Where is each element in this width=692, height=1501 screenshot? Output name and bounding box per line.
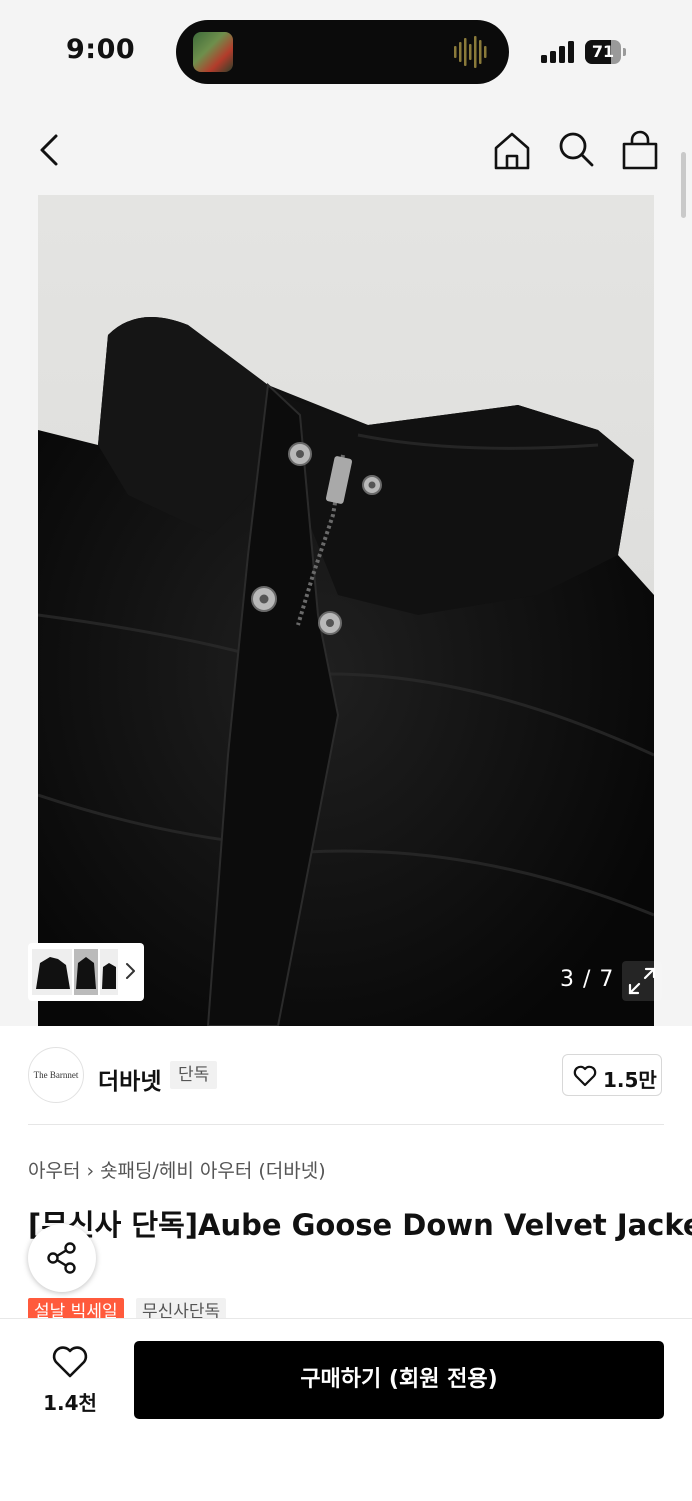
brand-logo-text: The Barnnet	[33, 1070, 79, 1080]
heart-icon	[52, 1346, 88, 1378]
product-like-count: 1.4천	[43, 1391, 97, 1415]
thumbnail-image[interactable]	[100, 949, 118, 995]
expand-icon	[628, 967, 656, 995]
image-counter: 3 / 7	[560, 967, 615, 992]
product-image[interactable]	[38, 195, 654, 1026]
home-icon	[494, 132, 530, 170]
breadcrumb-item[interactable]: 아우터	[28, 1160, 80, 1182]
expand-image-button[interactable]	[622, 961, 662, 1001]
back-button[interactable]	[32, 128, 72, 172]
status-time: 9:00	[66, 34, 136, 65]
chevron-right-icon[interactable]	[124, 961, 136, 981]
page-scrollbar[interactable]	[681, 152, 686, 218]
status-bar: 9:00 71	[0, 0, 692, 100]
breadcrumb: 아우터 › 숏패딩/헤비 아우터 (더바넷)	[28, 1156, 326, 1183]
buy-button[interactable]: 구매하기 (회원 전용)	[134, 1341, 664, 1419]
product-like-button[interactable]: 1.4천	[30, 1345, 110, 1415]
audio-waveform-icon	[454, 36, 487, 68]
dynamic-island[interactable]	[176, 20, 509, 84]
back-chevron-icon	[40, 134, 58, 166]
brand-name[interactable]: 더바넷	[98, 1062, 161, 1096]
top-navigation	[0, 100, 692, 195]
battery-icon: 71	[585, 40, 627, 64]
divider	[28, 1124, 664, 1125]
share-button[interactable]	[28, 1224, 96, 1292]
breadcrumb-item[interactable]: 숏패딩/헤비 아우터 (더바넷)	[100, 1160, 326, 1182]
cart-button[interactable]	[620, 128, 660, 172]
brand-logo[interactable]: The Barnnet	[28, 1047, 84, 1103]
exclusive-badge: 단독	[170, 1061, 218, 1089]
search-button[interactable]	[556, 128, 596, 172]
heart-icon	[573, 1065, 597, 1087]
brand-row: The Barnnet 더바넷 단독 1.5만	[0, 1026, 692, 1126]
cellular-signal-icon	[541, 41, 574, 63]
thumbnail-image[interactable]	[32, 949, 72, 995]
chevron-right-icon: ›	[86, 1160, 95, 1182]
home-button[interactable]	[492, 128, 532, 172]
thumbnail-image[interactable]	[74, 949, 98, 995]
brand-like-count: 1.5만	[603, 1068, 657, 1092]
thumbnail-strip[interactable]	[28, 943, 144, 1001]
now-playing-artwork	[193, 32, 233, 72]
brand-like-button[interactable]: 1.5만	[562, 1054, 662, 1096]
product-title: [무신사 단독]Aube Goose Down Velvet Jacke	[28, 1208, 692, 1242]
bottom-action-bar: 1.4천 구매하기 (회원 전용)	[0, 1318, 692, 1501]
shopping-bag-icon	[622, 130, 658, 170]
product-image-gallery[interactable]: 3 / 7	[0, 195, 692, 1026]
search-icon	[559, 132, 594, 167]
share-icon	[47, 1242, 76, 1274]
battery-level: 71	[591, 42, 615, 61]
